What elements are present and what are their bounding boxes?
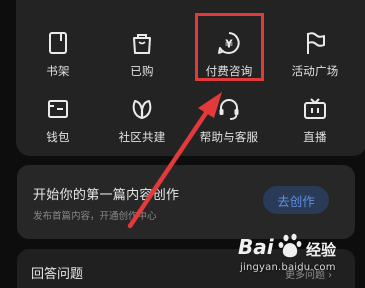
menu-label: 社区共建 — [118, 130, 166, 144]
bookshelf-icon — [49, 32, 67, 54]
shopping-bag-icon — [133, 34, 151, 54]
menu-label: 钱包 — [46, 130, 70, 144]
menu-item-help-service[interactable]: 帮助与客服 — [193, 88, 265, 148]
menu-label: 活动广场 — [291, 64, 339, 78]
menu-item-community[interactable]: 社区共建 — [106, 88, 178, 148]
go-create-button[interactable]: 去创作 — [263, 186, 329, 214]
answer-questions-card: 回答问题 更多问题 › — [17, 249, 355, 288]
menu-item-activity-square[interactable]: 活动广场 — [279, 22, 351, 82]
create-subtitle: 发布首篇内容，开通创作中心 — [33, 211, 157, 222]
create-content-card: 开始你的第一篇内容创作 发布首篇内容，开通创作中心 去创作 — [17, 165, 355, 239]
menu-item-wallet[interactable]: 钱包 — [22, 88, 94, 148]
menu-label: 已购 — [130, 64, 154, 78]
menu-label: 书架 — [46, 64, 70, 78]
tv-icon — [304, 98, 326, 119]
leaf-icon — [132, 100, 152, 119]
more-questions-link[interactable]: 更多问题 › — [285, 266, 332, 281]
headset-icon — [219, 99, 239, 120]
highlight-box — [195, 13, 264, 81]
create-title: 开始你的第一篇内容创作 — [33, 188, 180, 203]
menu-item-live[interactable]: 直播 — [279, 88, 351, 148]
menu-item-purchased[interactable]: 已购 — [106, 22, 178, 82]
menu-item-bookshelf[interactable]: 书架 — [22, 22, 94, 82]
menu-label: 帮助与客服 — [199, 130, 259, 144]
wallet-icon — [48, 100, 68, 118]
flag-icon — [307, 32, 325, 54]
menu-label: 直播 — [303, 130, 327, 144]
qa-title: 回答问题 — [31, 267, 84, 282]
